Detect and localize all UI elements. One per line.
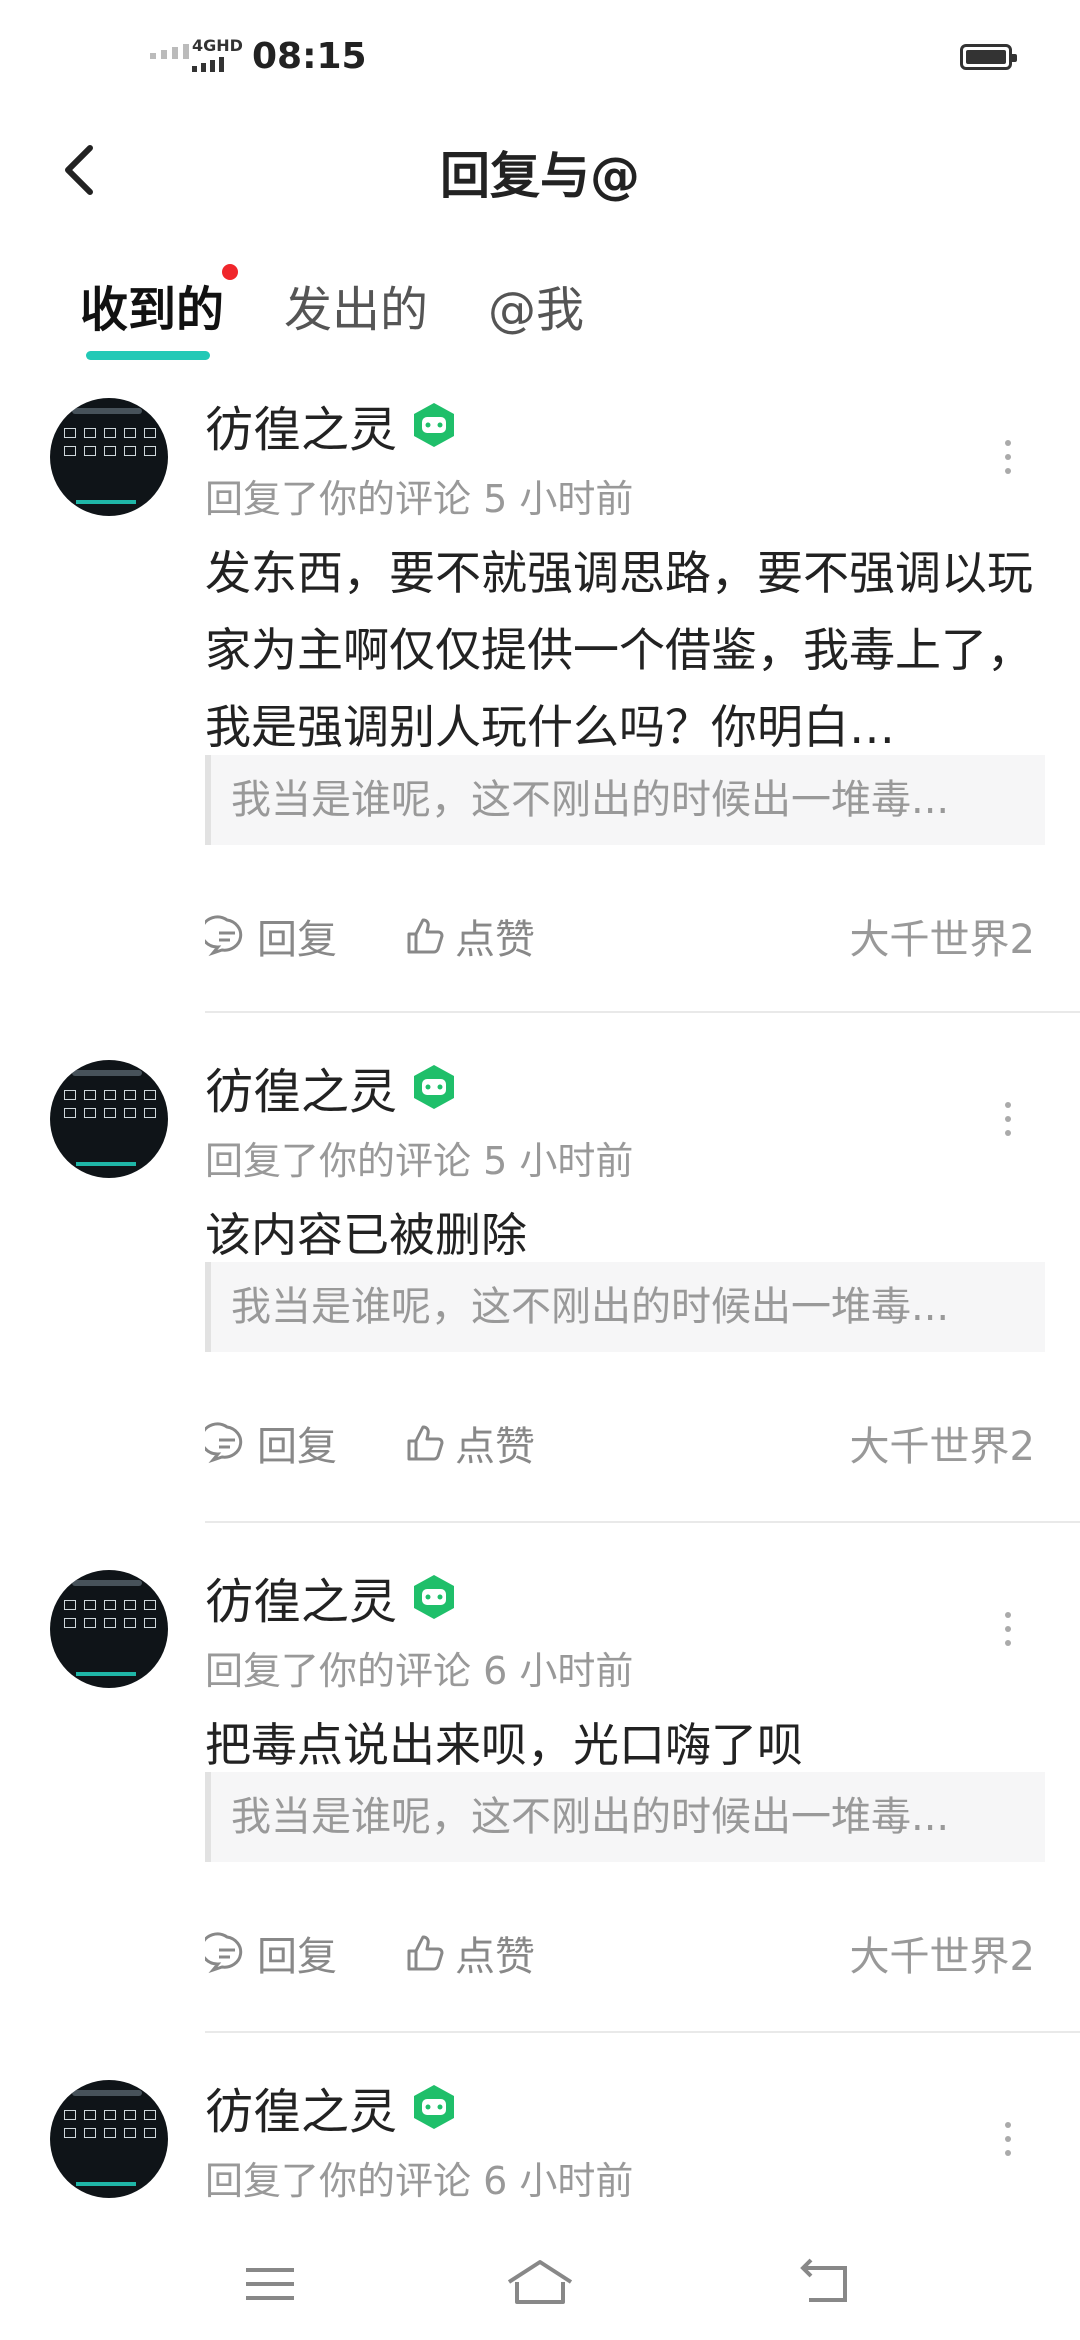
reply-button[interactable]: 回复	[205, 1924, 337, 1982]
user-name[interactable]: 彷徨之灵	[205, 390, 397, 460]
quoted-comment[interactable]: 我当是谁呢，这不刚出的时候出一堆毒...	[205, 1262, 1045, 1352]
thumbs-up-icon	[407, 1935, 444, 1971]
tab-mentions[interactable]: @我	[488, 270, 584, 350]
unread-dot	[222, 264, 239, 280]
divider	[205, 1011, 1080, 1013]
reply-meta: 回复了你的评论 5 小时前	[205, 477, 634, 521]
reply-label: 回复	[257, 1934, 337, 1980]
reply-button[interactable]: 回复	[205, 1414, 337, 1472]
like-button[interactable]: 点赞	[403, 1414, 535, 1472]
system-nav-bar	[0, 2230, 1080, 2340]
back-nav-button[interactable]	[795, 2254, 855, 2314]
like-button[interactable]: 点赞	[403, 1924, 535, 1982]
network-indicator: 4GHD	[192, 38, 243, 72]
menu-icon	[246, 2268, 294, 2300]
active-tab-indicator	[86, 351, 210, 360]
like-label: 点赞	[455, 917, 535, 963]
avatar[interactable]	[50, 2080, 168, 2198]
back-arrow-icon	[800, 2258, 847, 2302]
comment-icon	[205, 1422, 243, 1464]
avatar[interactable]	[50, 1060, 168, 1178]
signal-strength-icon	[150, 44, 189, 59]
action-row: 回复 点赞 大千世界2	[205, 1924, 1035, 1994]
like-label: 点赞	[455, 1934, 535, 1980]
game-badge-icon	[414, 1575, 455, 1619]
tab-label: 收到的	[80, 282, 225, 338]
list-item[interactable]: 彷徨之灵 回复了你的评论 5 小时前 发东西，要不就强调思路，要不强调以玩家为主…	[0, 390, 1080, 963]
avatar[interactable]	[50, 1570, 168, 1688]
more-options-button[interactable]	[998, 2122, 1018, 2172]
user-name[interactable]: 彷徨之灵	[205, 1562, 397, 1632]
source-game[interactable]: 大千世界2	[850, 1414, 1035, 1472]
like-label: 点赞	[455, 1424, 535, 1470]
header: 回复与@	[0, 120, 1080, 220]
clock: 08:15	[252, 36, 367, 77]
reply-meta: 回复了你的评论 6 小时前	[205, 1649, 634, 1693]
user-row: 彷徨之灵	[205, 1562, 457, 1632]
reply-button[interactable]: 回复	[205, 907, 337, 965]
list-item[interactable]: 彷徨之灵 回复了你的评论 6 小时前 把毒点说出来呗，光口嗨了呗 我当是谁呢，这…	[0, 1562, 1080, 1980]
like-button[interactable]: 点赞	[403, 907, 535, 965]
battery-icon	[960, 44, 1017, 70]
tab-label: 发出的	[284, 282, 429, 338]
reply-content[interactable]: 发东西，要不就强调思路，要不强调以玩家为主啊仅仅提供一个借鉴，我毒上了，我是强调…	[205, 535, 1035, 766]
tab-label: @我	[488, 282, 585, 338]
user-name[interactable]: 彷徨之灵	[205, 2072, 397, 2142]
divider	[205, 1521, 1080, 1523]
menu-button[interactable]	[240, 2254, 300, 2314]
page-title: 回复与@	[440, 147, 640, 205]
tab-bar: 收到的 发出的 @我	[80, 264, 644, 360]
user-row: 彷徨之灵	[205, 390, 457, 460]
list-item[interactable]: 彷徨之灵 回复了你的评论 5 小时前 该内容已被删除 我当是谁呢，这不刚出的时候…	[0, 1052, 1080, 1470]
game-badge-icon	[414, 2085, 455, 2129]
tab-received[interactable]: 收到的	[80, 264, 239, 360]
action-row: 回复 点赞 大千世界2	[205, 907, 1035, 977]
thumbs-up-icon	[407, 918, 444, 954]
more-options-button[interactable]	[998, 1102, 1018, 1152]
thumbs-up-icon	[407, 1425, 444, 1461]
home-button[interactable]	[505, 2254, 575, 2314]
quoted-comment[interactable]: 我当是谁呢，这不刚出的时候出一堆毒...	[205, 1772, 1045, 1862]
reply-meta: 回复了你的评论 6 小时前	[205, 2159, 634, 2203]
comment-icon	[205, 915, 243, 957]
divider	[205, 2031, 1080, 2033]
reply-label: 回复	[257, 1424, 337, 1470]
tab-sent[interactable]: 发出的	[284, 270, 428, 350]
quoted-comment[interactable]: 我当是谁呢，这不刚出的时候出一堆毒...	[205, 755, 1045, 845]
list-item[interactable]: 彷徨之灵 回复了你的评论 6 小时前	[0, 2072, 1080, 2222]
game-badge-icon	[414, 403, 455, 447]
status-bar: 4GHD 08:15	[0, 0, 1080, 110]
more-options-button[interactable]	[998, 440, 1018, 490]
game-badge-icon	[414, 1065, 455, 1109]
user-row: 彷徨之灵	[205, 2072, 457, 2142]
comment-icon	[205, 1932, 243, 1974]
network-type-label: 4GHD	[192, 36, 243, 55]
reply-meta: 回复了你的评论 5 小时前	[205, 1139, 634, 1183]
home-icon	[507, 2260, 573, 2304]
source-game[interactable]: 大千世界2	[850, 907, 1035, 965]
source-game[interactable]: 大千世界2	[850, 1924, 1035, 1982]
avatar[interactable]	[50, 398, 168, 516]
reply-list: 彷徨之灵 回复了你的评论 5 小时前 发东西，要不就强调思路，要不强调以玩家为主…	[0, 390, 1080, 2203]
user-name[interactable]: 彷徨之灵	[205, 1052, 397, 1122]
user-row: 彷徨之灵	[205, 1052, 457, 1122]
reply-label: 回复	[257, 917, 337, 963]
more-options-button[interactable]	[998, 1612, 1018, 1662]
action-row: 回复 点赞 大千世界2	[205, 1414, 1035, 1484]
